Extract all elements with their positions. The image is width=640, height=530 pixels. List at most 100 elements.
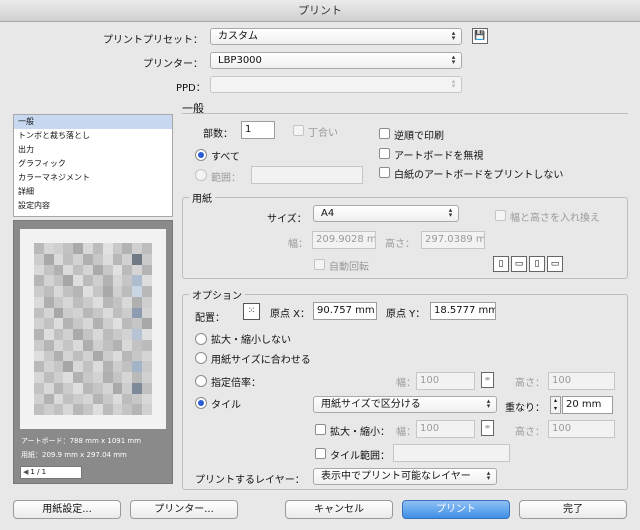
window-title: プリント xyxy=(0,0,640,22)
paper-size-select[interactable]: A4 ▴ ▾ xyxy=(313,205,459,222)
all-pages-label: すべて xyxy=(211,152,240,163)
origin-y-label: 原点 Y： xyxy=(386,309,426,320)
placement-grid-icon[interactable]: ⁙ xyxy=(243,303,260,320)
sidebar-item-marks-bleed[interactable]: トンボと裁ち落とし xyxy=(14,129,172,143)
ignore-artboards-checkbox[interactable] xyxy=(379,148,390,159)
page-number: 1 / 1 xyxy=(30,468,47,476)
sidebar-item-graphics[interactable]: グラフィック xyxy=(14,157,172,171)
tile-range-label: タイル範囲： xyxy=(330,451,390,462)
scale-width-input[interactable]: 100 xyxy=(416,372,475,390)
tile-width-input[interactable]: 100 xyxy=(416,420,475,438)
updown-arrows-icon: ▴ ▾ xyxy=(451,77,456,90)
no-scale-radio[interactable] xyxy=(195,333,207,345)
print-layers-select[interactable]: 表示中でプリント可能なレイヤー ▴ ▾ xyxy=(313,468,497,485)
category-list: 一般 トンボと裁ち落とし 出力 グラフィック カラーマネジメント 詳細 設定内容 xyxy=(13,114,173,217)
origin-y-input[interactable]: 18.5777 mm xyxy=(430,302,496,320)
done-button[interactable]: 完了 xyxy=(519,500,627,519)
page-setup-button[interactable]: 用紙設定... xyxy=(13,500,121,519)
copies-input[interactable]: 1 xyxy=(241,121,275,139)
updown-arrows-icon: ▴ ▾ xyxy=(451,29,456,42)
updown-arrows-icon: ▴ ▾ xyxy=(486,469,491,482)
printer-button[interactable]: プリンター... xyxy=(130,500,238,519)
origin-x-label: 原点 X： xyxy=(270,309,311,320)
landscape-icon[interactable]: ▭ xyxy=(511,256,527,272)
page-navigator[interactable]: ◀ 1 / 1 xyxy=(20,466,82,479)
link-chain-icon[interactable]: ⚭ xyxy=(481,372,494,388)
tile-width-label: 幅： xyxy=(396,427,416,438)
paper-height-input[interactable]: 297.0389 m xyxy=(421,231,485,249)
preview-page[interactable] xyxy=(20,229,166,429)
tile-mode-select[interactable]: 用紙サイズで区分ける ▴ ▾ xyxy=(313,396,497,413)
print-button[interactable]: プリント xyxy=(402,500,510,519)
printer-select[interactable]: LBP3000 ▴ ▾ xyxy=(210,52,462,69)
general-divider xyxy=(182,113,628,114)
ppd-label: PPD： xyxy=(176,83,206,94)
ignore-artboards-label: アートボードを無視 xyxy=(394,151,484,162)
updown-arrows-icon: ▴ ▾ xyxy=(486,397,491,410)
paper-height-label: 高さ： xyxy=(385,239,415,250)
paper-section-title: 用紙 xyxy=(189,190,215,205)
tile-height-label: 高さ： xyxy=(515,427,545,438)
sidebar-item-summary[interactable]: 設定内容 xyxy=(14,199,172,213)
fit-to-page-label: 用紙サイズに合わせる xyxy=(211,355,311,366)
range-radio[interactable] xyxy=(195,169,207,181)
preview-artwork xyxy=(34,243,152,415)
preset-value: カスタム xyxy=(218,31,258,42)
print-layers-value: 表示中でプリント可能なレイヤー xyxy=(321,471,471,482)
no-scale-label: 拡大・縮小しない xyxy=(211,335,291,346)
range-input[interactable] xyxy=(251,166,363,184)
updown-arrows-icon: ▴ ▾ xyxy=(448,206,453,219)
overlap-label: 重なり： xyxy=(505,403,545,414)
preset-label: プリントプリセット： xyxy=(103,35,203,46)
custom-scale-radio[interactable] xyxy=(195,375,207,387)
collate-checkbox[interactable] xyxy=(293,125,304,136)
custom-scale-label: 指定倍率： xyxy=(211,378,261,389)
sidebar-item-color-management[interactable]: カラーマネジメント xyxy=(14,171,172,185)
tile-range-checkbox[interactable] xyxy=(315,448,326,459)
tile-scale-label: 拡大・縮小： xyxy=(330,427,390,438)
skip-blank-checkbox[interactable] xyxy=(379,167,390,178)
reverse-order-checkbox[interactable] xyxy=(379,128,390,139)
collate-label: 丁合い xyxy=(308,128,338,139)
auto-rotate-checkbox[interactable] xyxy=(314,259,325,270)
preset-select[interactable]: カスタム ▴ ▾ xyxy=(210,28,462,45)
tile-height-input[interactable]: 100 xyxy=(548,420,615,438)
scale-width-label: 幅： xyxy=(396,378,416,389)
save-preset-icon[interactable]: 💾 xyxy=(472,28,488,44)
link-chain-icon[interactable]: ⚭ xyxy=(481,420,494,436)
portrait-icon[interactable]: ▯ xyxy=(493,256,509,272)
ppd-select[interactable]: ▴ ▾ xyxy=(210,76,462,93)
paper-size-info: 用紙：209.9 mm x 297.04 mm xyxy=(21,451,127,459)
updown-arrows-icon: ▴ ▾ xyxy=(451,53,456,66)
reverse-order-label: 逆順で印刷 xyxy=(394,131,444,142)
tile-label: タイル xyxy=(211,400,241,411)
overlap-input[interactable]: 20 mm xyxy=(562,396,613,414)
copies-label: 部数： xyxy=(203,129,233,140)
sidebar-item-advanced[interactable]: 詳細 xyxy=(14,185,172,199)
landscape-flipped-icon[interactable]: ▭ xyxy=(547,256,563,272)
fit-to-page-radio[interactable] xyxy=(195,352,207,364)
paper-size-value: A4 xyxy=(321,208,335,219)
tile-scale-checkbox[interactable] xyxy=(315,424,326,435)
tile-radio[interactable] xyxy=(195,397,207,409)
swap-dimensions-checkbox[interactable] xyxy=(495,210,506,221)
skip-blank-label: 白紙のアートボードをプリントしない xyxy=(394,170,564,181)
sidebar-item-output[interactable]: 出力 xyxy=(14,143,172,157)
all-pages-radio[interactable] xyxy=(195,149,207,161)
placement-label: 配置： xyxy=(195,313,225,324)
prev-page-icon[interactable]: ◀ xyxy=(21,468,30,476)
tile-range-input[interactable] xyxy=(393,444,510,462)
scale-height-input[interactable]: 100 xyxy=(548,372,615,390)
cancel-button[interactable]: キャンセル xyxy=(285,500,393,519)
printer-value: LBP3000 xyxy=(218,55,262,66)
tile-mode-value: 用紙サイズで区分ける xyxy=(321,399,421,410)
options-section-title: オプション xyxy=(189,287,245,302)
paper-size-label: サイズ： xyxy=(267,214,307,225)
swap-dimensions-label: 幅と高さを入れ換え xyxy=(510,213,600,224)
origin-x-input[interactable]: 90.757 mm xyxy=(313,302,377,320)
overlap-stepper[interactable]: ▴ ▾ xyxy=(550,396,561,414)
sidebar-item-general[interactable]: 一般 xyxy=(14,115,172,129)
paper-width-input[interactable]: 209.9028 m xyxy=(312,231,376,249)
portrait-flipped-icon[interactable]: ▯ xyxy=(529,256,545,272)
auto-rotate-label: 自動回転 xyxy=(329,262,369,273)
